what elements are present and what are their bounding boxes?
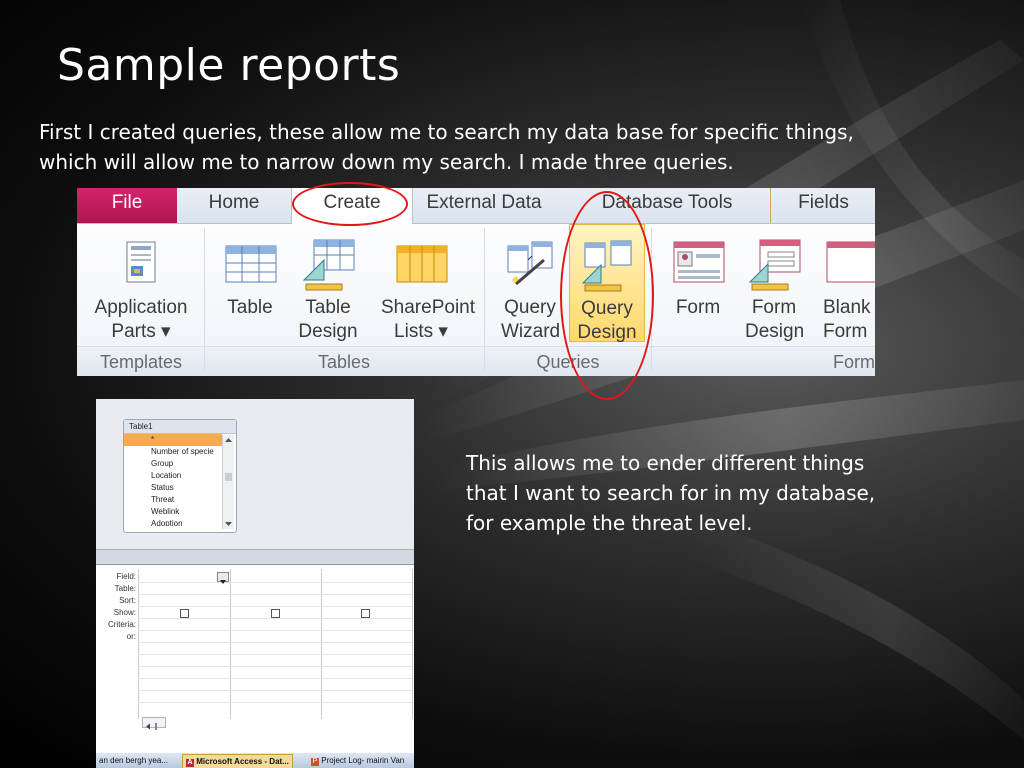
field-list-title: Table1 — [124, 420, 236, 434]
field-list-table1[interactable]: Table1 * Number of specie Group Location… — [123, 419, 237, 533]
table-icon — [222, 236, 278, 292]
access-app-icon: A — [186, 759, 194, 767]
ribbon-screenshot: File Home Create External Data Database … — [77, 188, 875, 376]
taskbar-item-access[interactable]: A Microsoft Access - Dat... — [182, 754, 293, 768]
field-item[interactable]: Group — [124, 458, 222, 470]
form-button[interactable]: Form — [663, 224, 733, 342]
grid-row-label: Table: — [114, 584, 136, 593]
grid-row-line — [138, 654, 414, 655]
group-tables-label: Tables — [317, 352, 371, 372]
grid-row-line — [138, 690, 414, 691]
blank-form-icon — [823, 236, 875, 292]
ribbon-tab-bar: File Home Create External Data Database … — [77, 188, 875, 224]
field-item[interactable]: Location — [124, 470, 222, 482]
field-item[interactable]: * — [124, 434, 222, 446]
grid-column-border — [321, 569, 322, 719]
query-designer-screenshot: Table1 * Number of specie Group Location… — [96, 399, 414, 768]
grid-column-border — [230, 569, 231, 719]
table-button[interactable]: Table — [215, 224, 285, 342]
grid-row-line — [138, 642, 414, 643]
group-separator — [204, 228, 205, 372]
application-parts-button[interactable]: Application Parts ▾ — [83, 224, 199, 342]
grid-horizontal-scrollbar[interactable] — [142, 717, 166, 730]
blank-form-button[interactable]: Blank Form — [817, 224, 875, 342]
windows-taskbar: an den bergh yea... A Microsoft Access -… — [96, 753, 414, 768]
query-design-grid: Field: Table: Sort: Show: Criteria: or: — [96, 565, 414, 735]
sharepoint-lists-button[interactable]: SharePoint Lists ▾ — [369, 224, 476, 342]
tab-fields[interactable]: Fields — [770, 188, 875, 223]
field-item[interactable]: Status — [124, 482, 222, 494]
application-parts-label: Application Parts ▾ — [94, 297, 188, 342]
table-design-label: Table Design — [298, 297, 358, 342]
group-templates-label: Templates — [99, 352, 183, 372]
intro-line-1: First I created queries, these allow me … — [39, 120, 854, 144]
field-item[interactable]: Weblink — [124, 506, 222, 518]
grid-row-label: Show: — [113, 608, 136, 617]
field-list-scrollbar[interactable] — [222, 435, 234, 529]
taskbar-item-label: Microsoft Access - Dat... — [196, 757, 289, 766]
slide-title: Sample reports — [57, 40, 401, 91]
intro-line-2: which will allow me to narrow down my se… — [39, 150, 734, 174]
grid-column-border — [138, 569, 139, 719]
form-design-button[interactable]: Form Design — [737, 224, 811, 342]
query-wizard-button[interactable]: Query Wizard — [495, 224, 565, 342]
powerpoint-app-icon: P — [311, 758, 319, 766]
grid-row-label: Sort: — [119, 596, 136, 605]
field-item[interactable]: Adoption — [124, 518, 222, 526]
application-parts-icon — [113, 236, 169, 292]
show-checkbox[interactable] — [271, 609, 280, 618]
grid-row-line — [138, 630, 414, 631]
tab-external-data[interactable]: External Data — [411, 188, 557, 223]
taskbar-item-label: Project Log- mairin Van — [321, 756, 405, 765]
grid-row-line — [138, 582, 414, 583]
sharepoint-lists-icon — [393, 236, 449, 292]
field-item[interactable]: Number of specie — [124, 446, 222, 458]
annotation-circle-query-design — [560, 191, 654, 400]
tab-file[interactable]: File — [77, 188, 177, 223]
show-checkbox[interactable] — [180, 609, 189, 618]
sharepoint-lists-label: SharePoint Lists ▾ — [381, 297, 476, 342]
form-design-label: Form Design — [745, 297, 805, 342]
query-wizard-label: Query Wizard — [501, 297, 561, 342]
group-forms-label: Form — [833, 352, 875, 372]
table-design-button[interactable]: Table Design — [289, 224, 367, 342]
form-icon — [670, 236, 726, 292]
grid-row-label: Field: — [116, 572, 136, 581]
blank-form-label: Blank Form — [823, 297, 871, 342]
form-design-icon — [746, 236, 802, 292]
query-wizard-icon — [502, 236, 558, 292]
ribbon-commands: Application Parts ▾ Templates Table Tabl… — [77, 224, 875, 376]
field-dropdown-arrow[interactable] — [217, 572, 229, 584]
tab-home[interactable]: Home — [177, 188, 291, 223]
taskbar-item[interactable]: an den bergh yea... — [96, 754, 171, 767]
form-label: Form — [675, 297, 721, 318]
intro-text: First I created queries, these allow me … — [39, 117, 939, 177]
grid-row-line — [138, 606, 414, 607]
grid-row-line — [138, 702, 414, 703]
group-separator — [484, 228, 485, 372]
table-pane: Table1 * Number of specie Group Location… — [96, 399, 414, 557]
grid-row-label: or: — [126, 632, 136, 641]
explanation-text: This allows me to ender different things… — [466, 451, 876, 535]
pane-splitter[interactable] — [96, 549, 414, 566]
grid-row-line — [138, 666, 414, 667]
field-item[interactable]: Threat — [124, 494, 222, 506]
table-design-icon — [300, 236, 356, 292]
grid-row-label: Criteria: — [107, 620, 136, 629]
table-label: Table — [227, 297, 273, 318]
grid-row-line — [138, 594, 414, 595]
grid-row-line — [138, 618, 414, 619]
annotation-circle-create — [292, 182, 408, 226]
grid-row-line — [138, 678, 414, 679]
taskbar-item-project-log[interactable]: P Project Log- mairin Van — [308, 754, 407, 767]
grid-column-border — [412, 569, 413, 719]
show-checkbox[interactable] — [361, 609, 370, 618]
